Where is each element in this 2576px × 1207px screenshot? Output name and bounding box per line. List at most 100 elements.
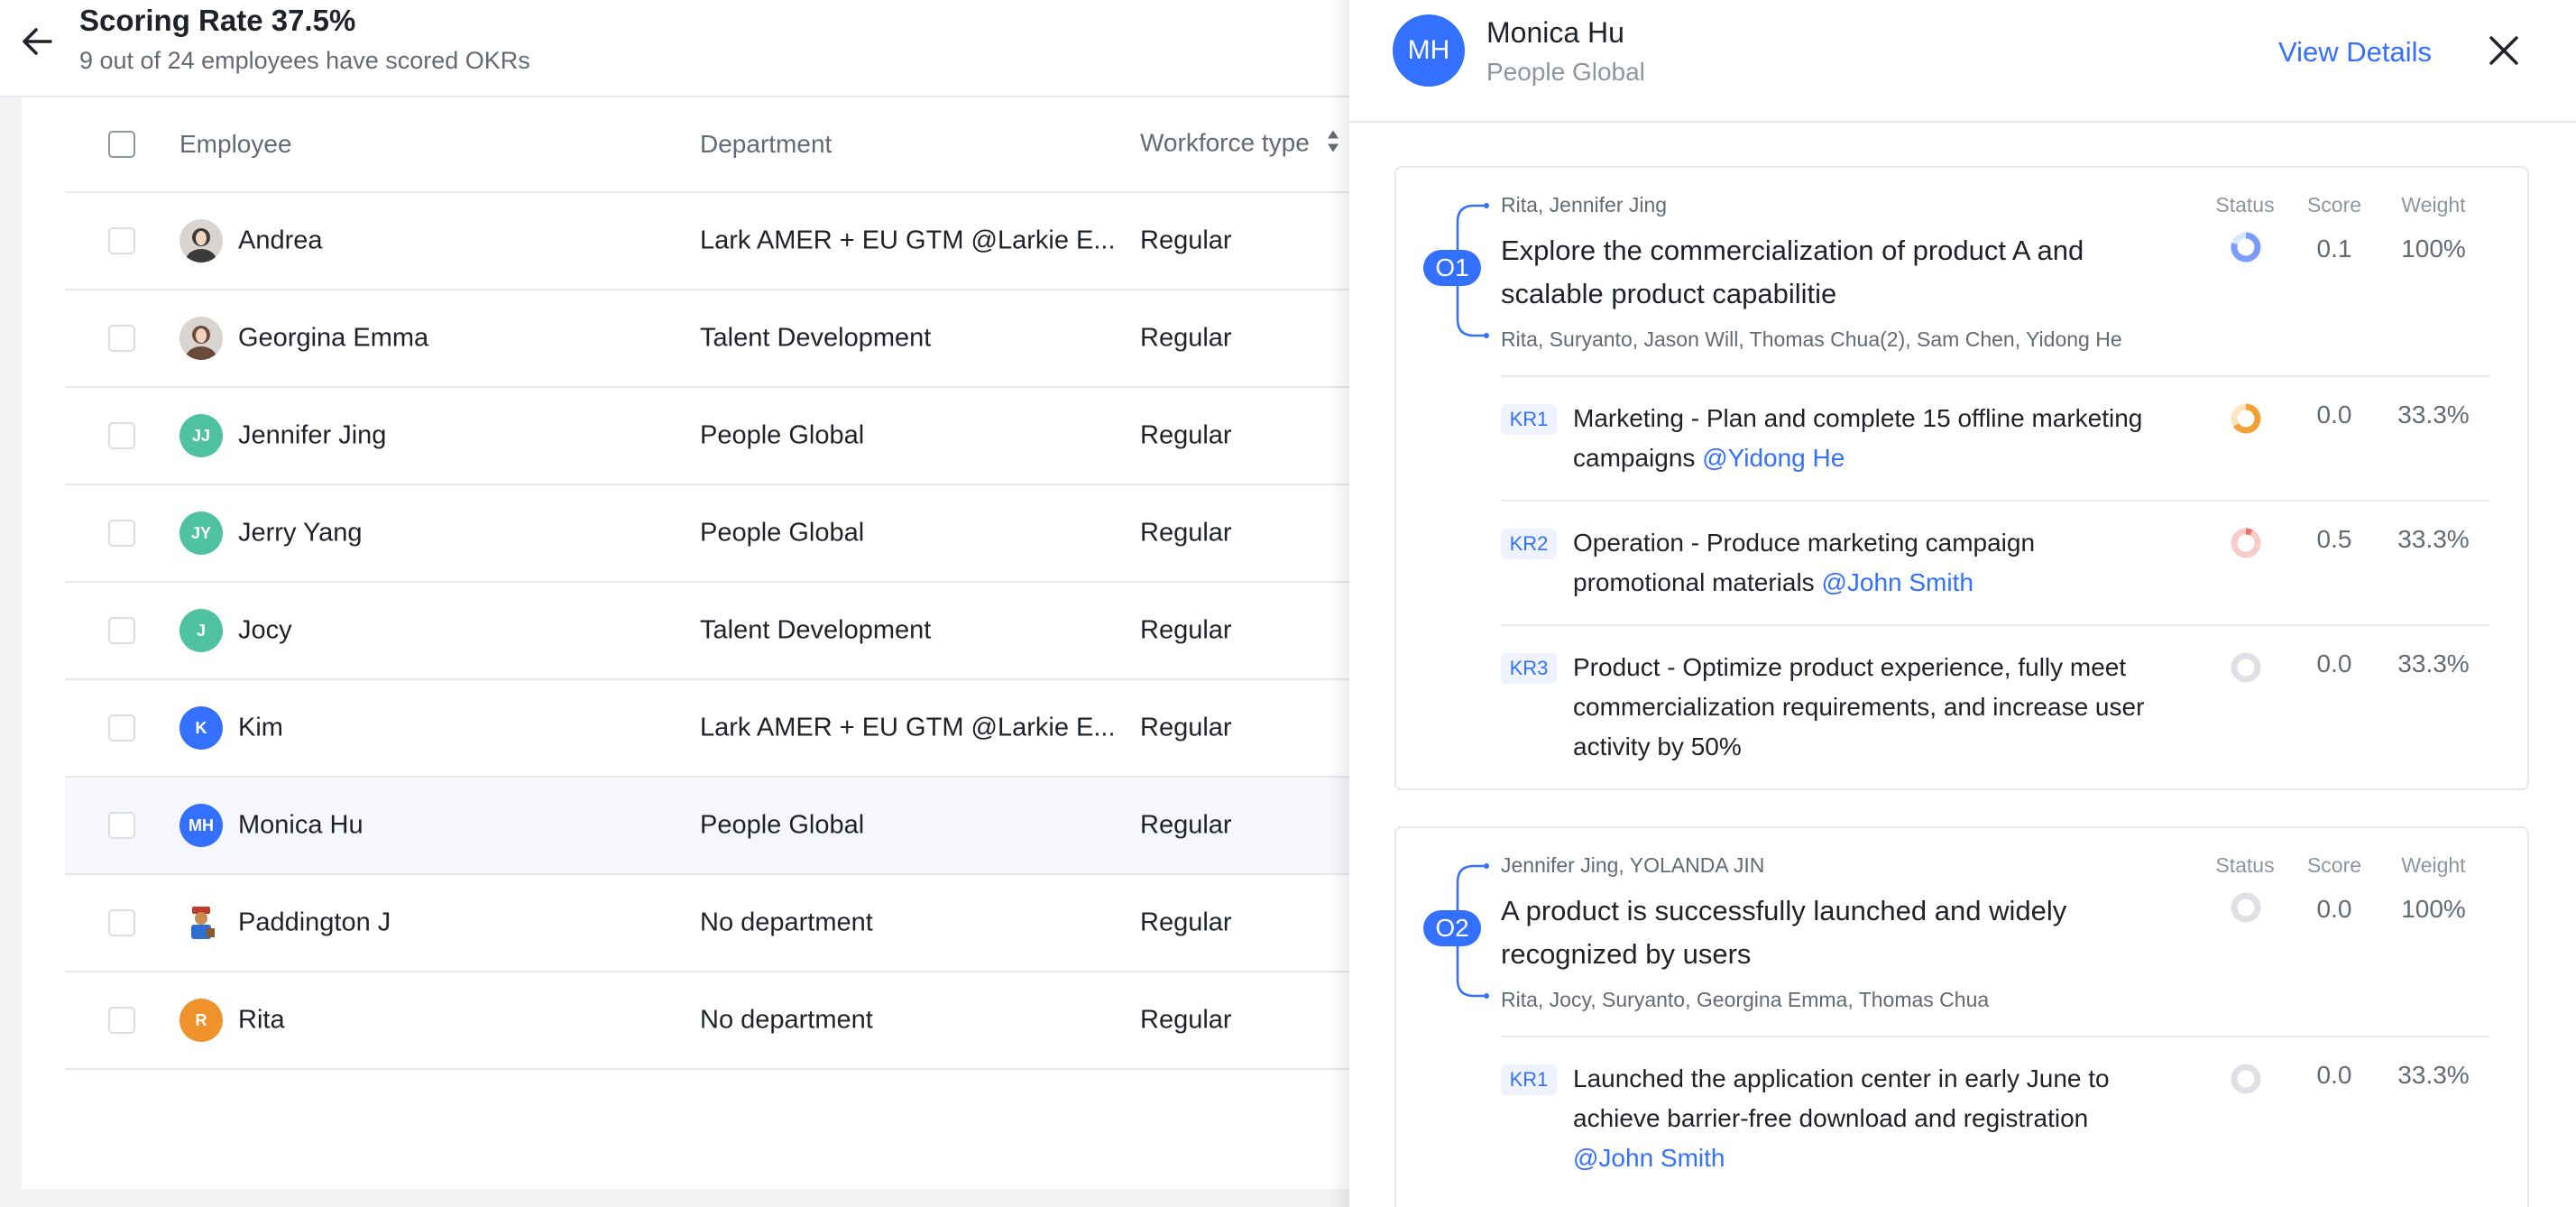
objective-score[interactable]: 0.1 [2298,235,2370,263]
kr-badge: KR3 [1501,653,1557,684]
mention-link[interactable]: @John Smith [1821,568,1973,596]
employee-department: Talent Development [700,615,932,645]
objective-weight: 100% [2401,895,2466,923]
row-checkbox[interactable] [108,325,135,352]
table-header-row: Employee Department Workforce type [65,97,1353,193]
page-header: Scoring Rate 37.5% 9 out of 24 employees… [0,0,1353,97]
avatar [179,219,223,263]
employee-department: People Global [700,810,865,840]
objective-badge: O2 [1423,910,1481,946]
objective-aligned-users[interactable]: Rita, Jocy, Suryanto, Georgina Emma, Tho… [1501,988,1989,1012]
employee-name[interactable]: Paddington J [238,908,391,938]
row-checkbox[interactable] [108,812,135,839]
employee-name[interactable]: Jerry Yang [238,519,363,548]
score-column-label: Score [2306,193,2362,217]
table-row[interactable]: Georgina Emma Talent Development Regular [65,290,1353,388]
employee-name[interactable]: Andrea [238,226,323,256]
status-progress-icon [2231,232,2261,263]
table-row[interactable]: Paddington J No department Regular [65,875,1353,972]
table-row[interactable]: JY Jerry Yang People Global Regular [65,485,1353,583]
page-subtitle: 9 out of 24 employees have scored OKRs [79,47,530,74]
table-row[interactable]: MH Monica Hu People Global Regular [65,778,1353,875]
row-checkbox[interactable] [108,422,135,449]
kr-badge: KR2 [1501,529,1557,559]
employee-department: People Global [700,420,865,450]
select-all-checkbox[interactable] [108,131,135,158]
employee-name[interactable]: Georgina Emma [238,324,428,354]
objective-parents[interactable]: Rita, Jennifer Jing [1501,193,1667,217]
employee-workforce-type: Regular [1140,1005,1232,1035]
employee-workforce-type: Regular [1140,615,1232,645]
mention-link[interactable]: @Yidong He [1702,444,1845,472]
weight-column-label: Weight [2401,193,2466,217]
table-row[interactable]: R Rita No department Regular [65,972,1353,1070]
column-header-department: Department [700,130,833,158]
scoring-page: Scoring Rate 37.5% 9 out of 24 employees… [0,0,1353,1207]
key-result-row: KR2 Operation - Produce marketing campai… [1501,500,2489,626]
kr-text[interactable]: Product - Optimize product experience, f… [1573,648,2150,767]
row-checkbox[interactable] [108,909,135,936]
objective-score[interactable]: 0.0 [2298,895,2370,924]
table-row[interactable]: Andrea Lark AMER + EU GTM @Larkie E... Reg… [65,193,1353,290]
row-checkbox[interactable] [108,520,135,547]
avatar [179,901,223,944]
column-header-workforce-type[interactable]: Workforce type [1140,128,1340,160]
employee-name[interactable]: Jennifer Jing [238,421,386,451]
drawer-header: MH Monica Hu People Global View Details [1349,0,2576,123]
kr-weight: 33.3% [2397,401,2470,428]
employee-workforce-type: Regular [1140,323,1232,353]
status-empty-icon [2231,652,2261,683]
employee-name[interactable]: Rita [238,1006,285,1036]
objective-parents[interactable]: Jennifer Jing, YOLANDA JIN [1501,853,1764,878]
back-arrow-icon[interactable] [16,20,60,63]
employee-table: Employee Department Workforce type Andre… [65,97,1353,1070]
left-gutter [0,97,22,1207]
table-row[interactable]: K Kim Lark AMER + EU GTM @Larkie E... Regul… [65,680,1353,778]
employee-name[interactable]: Jocy [238,616,292,646]
drawer-shadow [1329,0,1351,1207]
row-checkbox[interactable] [108,714,135,742]
objective-title[interactable]: A product is successfully launched and w… [1501,889,2186,976]
employee-name[interactable]: Kim [238,714,283,743]
kr-weight: 33.3% [2397,650,2470,677]
kr-text[interactable]: Operation - Produce marketing campaign p… [1573,523,2150,603]
employee-workforce-type: Regular [1140,810,1232,840]
avatar: JY [179,511,223,555]
drawer-employee-name: Monica Hu [1486,16,1624,49]
objective-title[interactable]: Explore the commercialization of product… [1501,229,2186,316]
row-checkbox[interactable] [108,227,135,254]
avatar: K [179,706,223,750]
okr-detail-drawer: MH Monica Hu People Global View Details … [1349,0,2576,1207]
kr-text[interactable]: Launched the application center in early… [1573,1059,2150,1178]
workforce-type-label: Workforce type [1140,128,1310,157]
kr-score[interactable]: 0.0 [2298,1061,2370,1090]
objective-aligned-users[interactable]: Rita, Suryanto, Jason Will, Thomas Chua(… [1501,327,2122,352]
close-icon[interactable] [2484,31,2524,70]
kr-score[interactable]: 0.5 [2298,525,2370,554]
kr-score[interactable]: 0.0 [2298,401,2370,429]
objective-badge: O1 [1423,250,1481,286]
table-row[interactable]: JJ Jennifer Jing People Global Regular [65,388,1353,485]
status-progress-icon [2231,403,2261,434]
key-result-row: KR1 Marketing - Plan and complete 15 off… [1501,375,2489,502]
status-empty-icon [2231,1064,2261,1094]
view-details-link[interactable]: View Details [2278,36,2432,69]
objective-weight: 100% [2401,235,2466,263]
employee-name[interactable]: Monica Hu [238,811,363,841]
mention-link[interactable]: @John Smith [1573,1144,1725,1172]
kr-weight: 33.3% [2397,1061,2470,1089]
horizontal-scrollbar[interactable] [0,1189,1353,1207]
kr-badge: KR1 [1501,404,1557,435]
objective-card: O1 Rita, Jennifer Jing Explore the comme… [1394,166,2529,790]
row-checkbox[interactable] [108,1007,135,1034]
employee-department: Lark AMER + EU GTM @Larkie E... [700,226,1116,255]
table-row[interactable]: J Jocy Talent Development Regular [65,583,1353,680]
employee-workforce-type: Regular [1140,226,1232,255]
drawer-employee-department: People Global [1486,58,1645,86]
avatar: MH [1393,14,1465,87]
column-header-employee: Employee [179,130,292,158]
avatar: JJ [179,414,223,457]
kr-score[interactable]: 0.0 [2298,650,2370,678]
kr-text[interactable]: Marketing - Plan and complete 15 offline… [1573,399,2150,478]
row-checkbox[interactable] [108,617,135,644]
